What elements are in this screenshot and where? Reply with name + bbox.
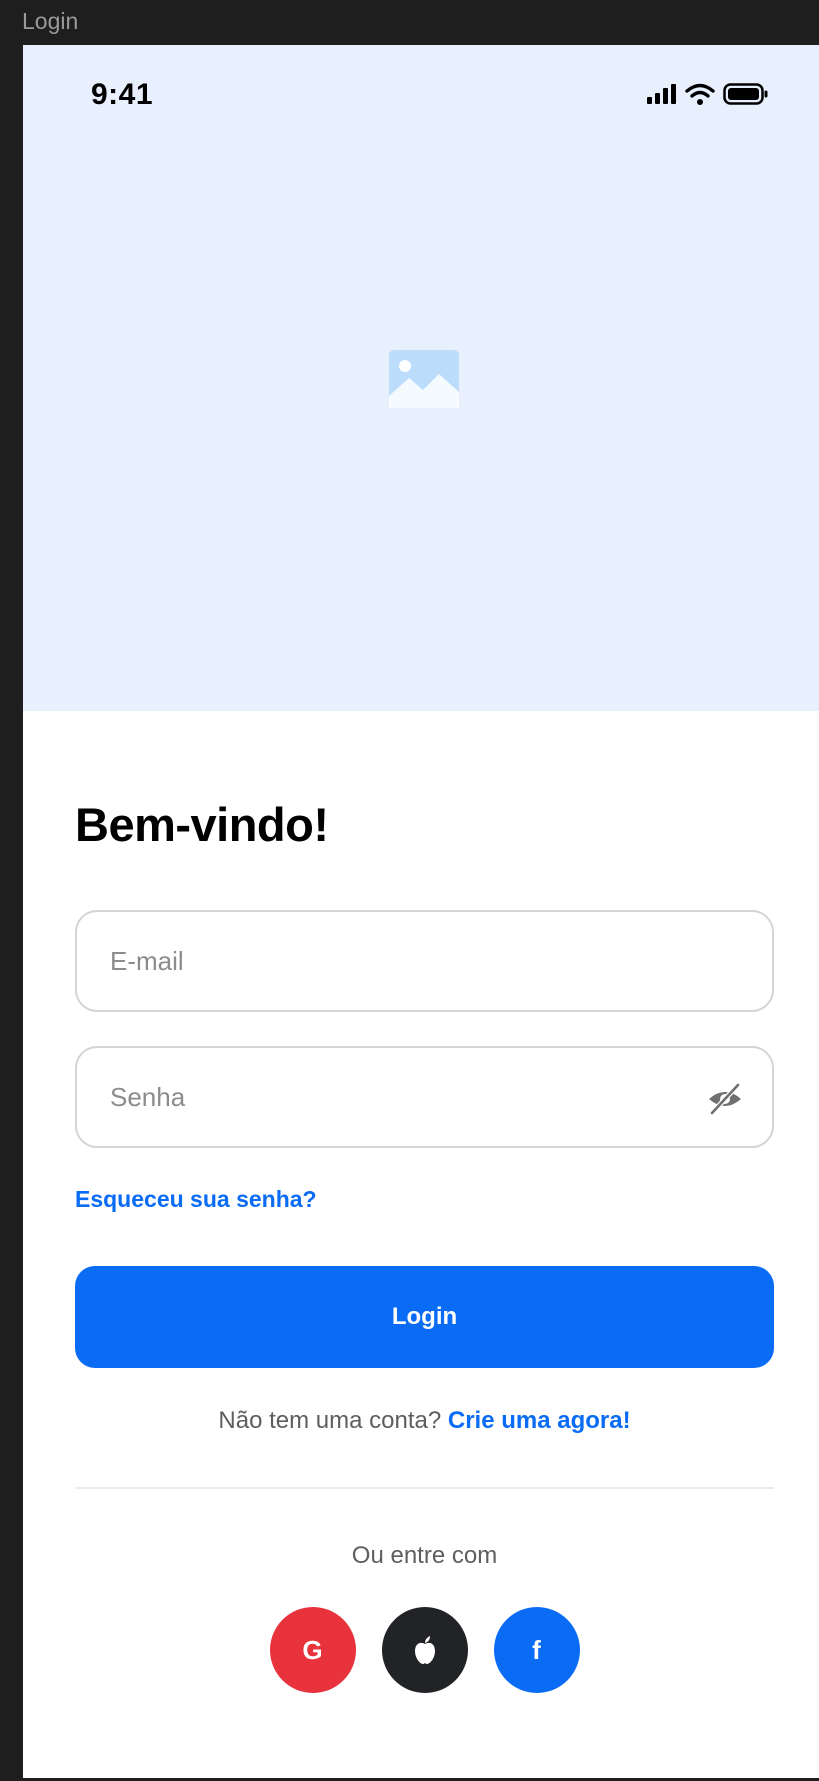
no-account-text: Não tem uma conta?: [218, 1407, 442, 1434]
facebook-login-button[interactable]: f: [493, 1607, 580, 1693]
status-bar: 9:41: [23, 45, 819, 145]
google-icon: G: [302, 1634, 323, 1665]
google-login-button[interactable]: G: [269, 1607, 356, 1693]
social-login-row: G f: [23, 1607, 819, 1693]
password-field[interactable]: [75, 1046, 774, 1148]
status-time: 9:41: [91, 78, 154, 111]
frame-label: Login: [22, 8, 79, 34]
hero-banner: 9:41: [23, 45, 819, 711]
image-placeholder-icon: [389, 350, 459, 408]
apple-icon: [414, 1636, 435, 1664]
email-input[interactable]: [110, 945, 670, 977]
apple-login-button[interactable]: [381, 1607, 468, 1693]
divider: [75, 1487, 774, 1489]
password-input[interactable]: [110, 1081, 670, 1113]
wifi-icon: [685, 83, 715, 105]
signup-row: Não tem uma conta? Crie uma agora!: [23, 1407, 819, 1435]
eye-off-icon[interactable]: [706, 1080, 744, 1118]
create-account-link[interactable]: Crie uma agora!: [448, 1407, 631, 1434]
forgot-password-link[interactable]: Esqueceu sua senha?: [75, 1186, 317, 1213]
status-icons: [647, 83, 769, 105]
alternative-login-label: Ou entre com: [351, 1542, 498, 1569]
facebook-icon: f: [532, 1634, 541, 1665]
battery-icon: [723, 83, 768, 105]
signal-icon: [647, 84, 676, 104]
email-field[interactable]: [75, 910, 774, 1012]
login-button[interactable]: Login: [75, 1266, 774, 1368]
page-title: Bem-vindo!: [75, 798, 329, 851]
login-screen: 9:41 Bem-vindo! E-mail Esqueceu sua senh…: [23, 45, 819, 1778]
